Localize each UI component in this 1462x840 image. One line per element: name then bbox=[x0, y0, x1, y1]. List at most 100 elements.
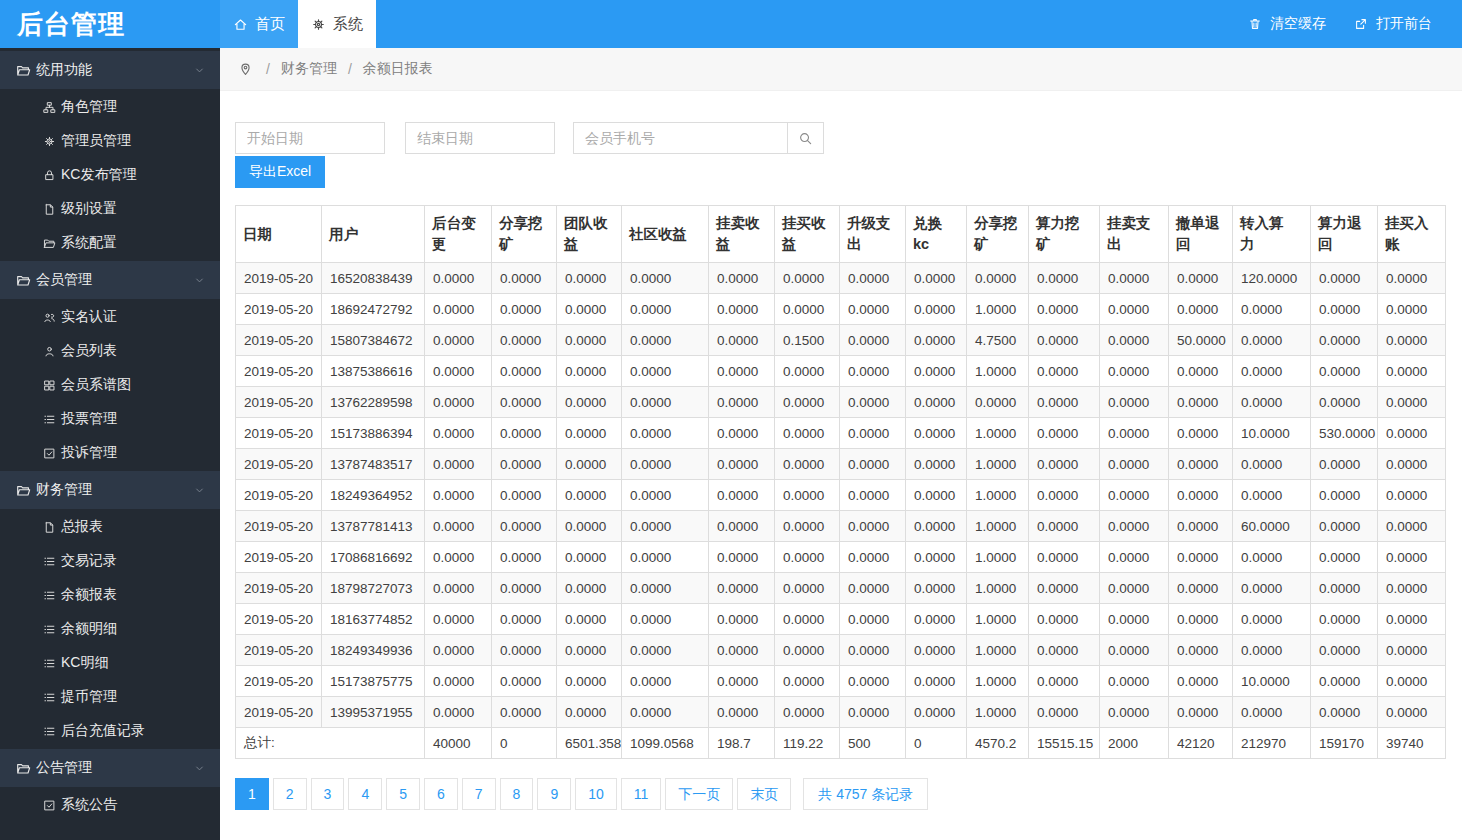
table-cell: 0.0000 bbox=[906, 325, 967, 356]
chevron-down-icon bbox=[193, 484, 206, 497]
table-cell: 0.0000 bbox=[425, 573, 492, 604]
check-square-icon bbox=[43, 447, 56, 460]
location-pin-icon bbox=[238, 61, 253, 78]
table-cell: 2019-05-20 bbox=[236, 697, 322, 728]
table-cell: 0.0000 bbox=[492, 418, 557, 449]
page-button-8[interactable]: 8 bbox=[500, 778, 534, 810]
page-button-6[interactable]: 6 bbox=[424, 778, 458, 810]
table-cell: 2019-05-20 bbox=[236, 604, 322, 635]
table-cell: 10.0000 bbox=[1233, 666, 1311, 697]
table-cell: 0.0000 bbox=[1100, 697, 1169, 728]
table-cell: 0.0000 bbox=[1100, 635, 1169, 666]
sidebar-item-label: 系统公告 bbox=[61, 796, 117, 814]
sidebar-item-label: 角色管理 bbox=[61, 98, 117, 116]
sidebar-section-items: 角色管理管理员管理KC发布管理级别设置系统配置 bbox=[0, 89, 220, 261]
page-button-2[interactable]: 2 bbox=[273, 778, 307, 810]
page-button-4[interactable]: 4 bbox=[348, 778, 382, 810]
table-cell: 0.0000 bbox=[709, 325, 775, 356]
table-cell: 0.0000 bbox=[1029, 449, 1100, 480]
page-button-11[interactable]: 11 bbox=[621, 778, 662, 810]
table-cell: 0.0000 bbox=[492, 511, 557, 542]
total-cell: 0 bbox=[492, 728, 557, 759]
sidebar-item[interactable]: 后台充值记录 bbox=[0, 714, 220, 748]
sidebar-item[interactable]: 级别设置 bbox=[0, 192, 220, 226]
table-cell: 2019-05-20 bbox=[236, 635, 322, 666]
page-button-5[interactable]: 5 bbox=[386, 778, 420, 810]
table-cell: 0.0000 bbox=[1169, 480, 1233, 511]
sidebar-item[interactable]: 会员系谱图 bbox=[0, 368, 220, 402]
sidebar-item[interactable]: 角色管理 bbox=[0, 90, 220, 124]
end-date-input[interactable] bbox=[405, 122, 555, 154]
table-row: 2019-05-20137874835170.00000.00000.00000… bbox=[236, 449, 1446, 480]
sidebar-section-header[interactable]: 统用功能 bbox=[0, 51, 220, 89]
table-cell: 0.0000 bbox=[1378, 511, 1446, 542]
sidebar-item[interactable]: 提币管理 bbox=[0, 680, 220, 714]
sidebar-item[interactable]: 投诉管理 bbox=[0, 436, 220, 470]
page-button-10[interactable]: 10 bbox=[575, 778, 617, 810]
table-cell: 0.0000 bbox=[840, 263, 906, 294]
table-cell: 0.0000 bbox=[492, 325, 557, 356]
sidebar-item[interactable]: 投票管理 bbox=[0, 402, 220, 436]
pagination: 1234567891011下一页末页共 4757 条记录 bbox=[235, 778, 1446, 810]
member-phone-input[interactable] bbox=[573, 122, 787, 154]
table-cell: 0.0000 bbox=[775, 449, 840, 480]
sidebar-item[interactable]: 实名认证 bbox=[0, 300, 220, 334]
page-button-9[interactable]: 9 bbox=[537, 778, 571, 810]
table-cell: 0.0000 bbox=[840, 418, 906, 449]
breadcrumb-item[interactable]: 财务管理 bbox=[281, 60, 337, 78]
page-button-1[interactable]: 1 bbox=[235, 778, 269, 810]
page-button-7[interactable]: 7 bbox=[462, 778, 496, 810]
table-cell: 15807384672 bbox=[322, 325, 425, 356]
sidebar-item[interactable]: 系统公告 bbox=[0, 788, 220, 822]
table-cell: 0.0000 bbox=[1233, 325, 1311, 356]
table-cell: 0.0000 bbox=[492, 635, 557, 666]
sidebar-section-label: 财务管理 bbox=[36, 481, 92, 499]
table-cell: 0.0000 bbox=[840, 666, 906, 697]
sidebar-item[interactable]: 交易记录 bbox=[0, 544, 220, 578]
table-cell: 0.0000 bbox=[492, 666, 557, 697]
clear-cache-button[interactable]: 清空缓存 bbox=[1248, 15, 1326, 33]
sidebar-section-header[interactable]: 会员管理 bbox=[0, 261, 220, 299]
table-cell: 0.0000 bbox=[775, 480, 840, 511]
table-cell: 0.0000 bbox=[1169, 356, 1233, 387]
sidebar-item-label: 实名认证 bbox=[61, 308, 117, 326]
table-cell: 0.0000 bbox=[622, 697, 709, 728]
page-button-3[interactable]: 3 bbox=[311, 778, 345, 810]
table-cell: 0.0000 bbox=[492, 294, 557, 325]
table-cell: 0.0000 bbox=[840, 604, 906, 635]
sidebar-item[interactable]: 管理员管理 bbox=[0, 124, 220, 158]
sidebar-item[interactable]: 余额报表 bbox=[0, 578, 220, 612]
sidebar-item[interactable]: 会员列表 bbox=[0, 334, 220, 368]
external-link-icon bbox=[1354, 17, 1368, 31]
sidebar-item[interactable]: 总报表 bbox=[0, 510, 220, 544]
table-cell: 0.0000 bbox=[1378, 325, 1446, 356]
open-frontend-button[interactable]: 打开前台 bbox=[1354, 15, 1432, 33]
sidebar-section-header[interactable]: 财务管理 bbox=[0, 471, 220, 509]
sidebar-item[interactable]: 余额明细 bbox=[0, 612, 220, 646]
sidebar-section-header[interactable]: 公告管理 bbox=[0, 749, 220, 787]
table-row: 2019-05-20186924727920.00000.00000.00000… bbox=[236, 294, 1446, 325]
table-cell: 0.0000 bbox=[1169, 418, 1233, 449]
start-date-input[interactable] bbox=[235, 122, 385, 154]
table-cell: 2019-05-20 bbox=[236, 449, 322, 480]
last-page-button[interactable]: 末页 bbox=[737, 778, 791, 810]
sitemap-icon bbox=[43, 101, 56, 114]
tab-system[interactable]: 系统 bbox=[298, 0, 376, 48]
pin-icon bbox=[238, 62, 253, 77]
sidebar-item[interactable]: KC发布管理 bbox=[0, 158, 220, 192]
table-cell: 0.0000 bbox=[840, 697, 906, 728]
sidebar-item[interactable]: 系统配置 bbox=[0, 226, 220, 260]
table-cell: 0.0000 bbox=[557, 697, 622, 728]
table-cell: 0.0000 bbox=[425, 356, 492, 387]
next-page-button[interactable]: 下一页 bbox=[665, 778, 733, 810]
table-cell: 50.0000 bbox=[1169, 325, 1233, 356]
grid-icon bbox=[43, 379, 56, 392]
table-cell: 0.0000 bbox=[840, 325, 906, 356]
table-row: 2019-05-20165208384390.00000.00000.00000… bbox=[236, 263, 1446, 294]
table-cell: 0.0000 bbox=[775, 511, 840, 542]
tab-home[interactable]: 首页 bbox=[220, 0, 298, 48]
search-button[interactable] bbox=[787, 122, 824, 154]
table-cell: 0.0000 bbox=[492, 449, 557, 480]
sidebar-item[interactable]: KC明细 bbox=[0, 646, 220, 680]
export-excel-button[interactable]: 导出Excel bbox=[235, 156, 325, 188]
